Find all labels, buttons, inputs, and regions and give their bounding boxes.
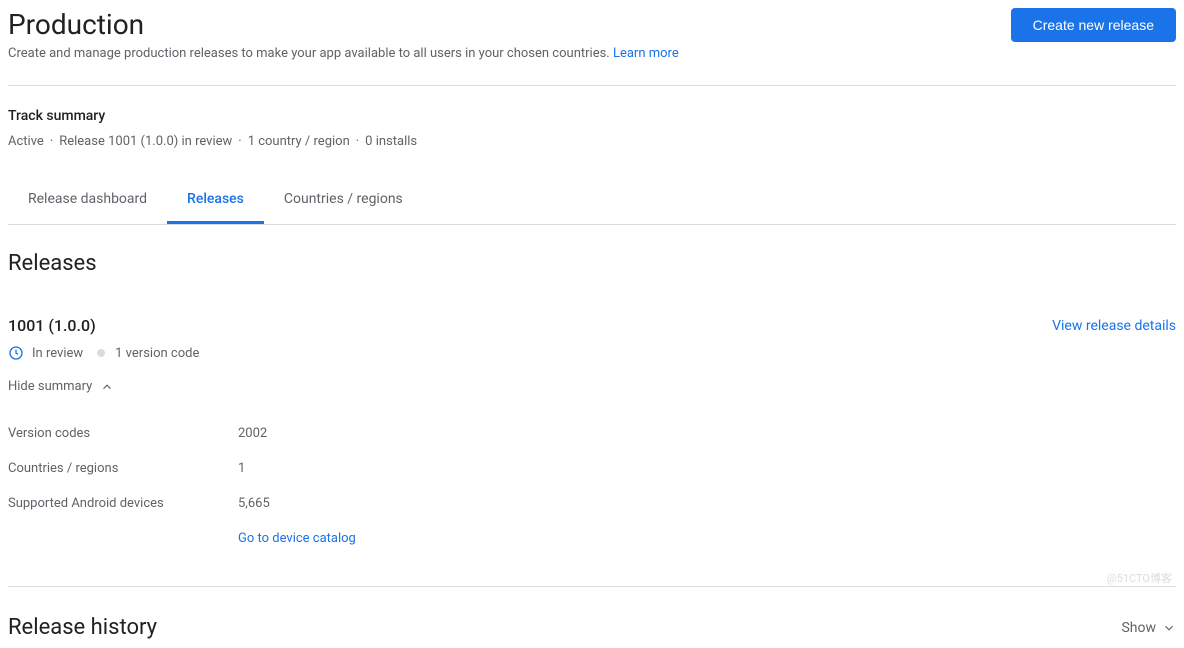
tab-releases[interactable]: Releases [167, 177, 264, 224]
release-name: 1001 (1.0.0) [8, 316, 96, 335]
countries-label: Countries / regions [8, 461, 238, 476]
track-summary-label: Track summary [8, 108, 1176, 124]
watermark-text: @51CTO博客 [1107, 570, 1172, 586]
page-subtitle: Create and manage production releases to… [8, 46, 1176, 61]
go-to-device-catalog-link[interactable]: Go to device catalog [238, 531, 356, 546]
show-toggle[interactable]: Show [1121, 620, 1176, 636]
releases-section-title: Releases [8, 251, 1176, 276]
hide-summary-toggle[interactable]: Hide summary [8, 379, 1176, 394]
learn-more-link[interactable]: Learn more [613, 46, 679, 61]
chevron-up-icon [100, 380, 114, 394]
release-summary-table: Version codes 2002 Countries / regions 1… [8, 416, 1176, 556]
clock-icon [8, 345, 24, 361]
tab-countries-regions[interactable]: Countries / regions [264, 177, 423, 224]
countries-value: 1 [238, 461, 245, 476]
page-title: Production [8, 8, 144, 41]
divider [8, 85, 1176, 86]
track-summary-line: Active·Release 1001 (1.0.0) in review·1 … [8, 134, 1176, 149]
chevron-down-icon [1162, 621, 1176, 635]
grey-dot-icon [97, 349, 105, 357]
tab-release-dashboard[interactable]: Release dashboard [8, 177, 167, 224]
release-status-row: In review 1 version code [8, 345, 1176, 361]
view-release-details-link[interactable]: View release details [1052, 318, 1176, 334]
version-code-text: 1 version code [115, 346, 199, 361]
tabs-bar: Release dashboard Releases Countries / r… [8, 177, 1176, 225]
create-new-release-button[interactable]: Create new release [1011, 8, 1176, 42]
release-status-text: In review [32, 346, 83, 361]
version-codes-value: 2002 [238, 426, 267, 441]
divider [8, 586, 1176, 587]
devices-label: Supported Android devices [8, 496, 238, 511]
devices-value: 5,665 [238, 496, 270, 511]
version-codes-label: Version codes [8, 426, 238, 441]
release-history-title: Release history [8, 615, 157, 640]
